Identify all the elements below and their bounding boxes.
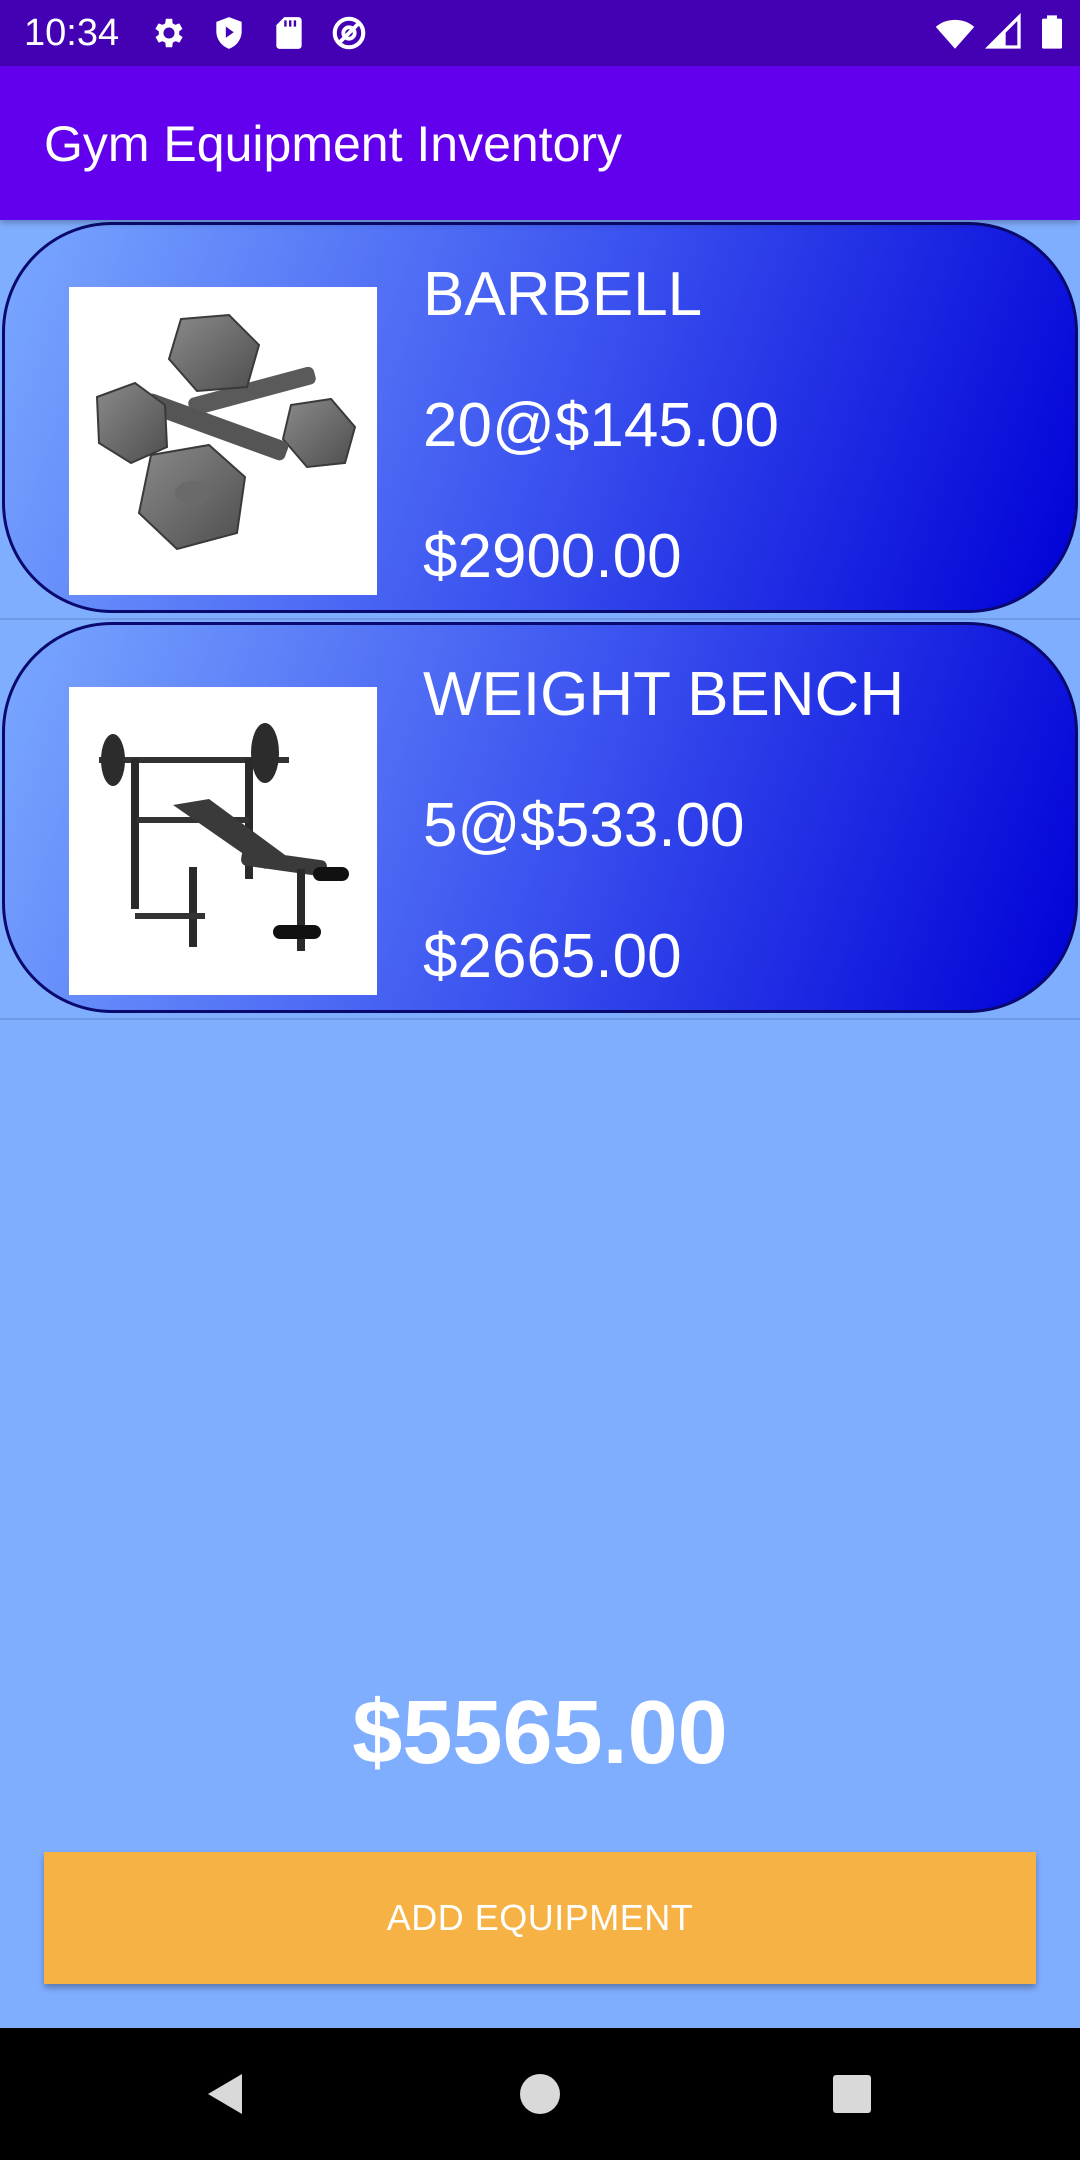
recents-icon[interactable] (822, 2064, 882, 2124)
status-bar: 10:34 (0, 0, 1080, 66)
list-item[interactable]: BARBELL 20@$145.00 $2900.00 (0, 220, 1080, 620)
home-icon[interactable] (510, 2064, 570, 2124)
app-bar: Gym Equipment Inventory (0, 66, 1080, 220)
item-total: $2900.00 (423, 522, 682, 591)
at-sign-icon (330, 14, 368, 52)
page-title: Gym Equipment Inventory (44, 116, 623, 172)
list-item[interactable]: WEIGHT BENCH 5@$533.00 $2665.00 (0, 620, 1080, 1020)
equipment-card[interactable]: BARBELL 20@$145.00 $2900.00 (2, 222, 1078, 613)
navigation-bar (0, 2028, 1080, 2160)
item-total: $2665.00 (423, 922, 682, 991)
equipment-list[interactable]: BARBELL 20@$145.00 $2900.00 WEIGHT BENCH… (0, 220, 1080, 1020)
item-name: BARBELL (423, 260, 703, 329)
grand-total: $5565.00 (352, 1683, 728, 1783)
back-icon[interactable] (196, 2064, 256, 2124)
item-quantity-price: 5@$533.00 (423, 791, 745, 860)
equipment-card[interactable]: WEIGHT BENCH 5@$533.00 $2665.00 (2, 622, 1078, 1013)
battery-icon (1032, 12, 1070, 50)
item-quantity-price: 20@$145.00 (423, 391, 780, 460)
shield-play-icon (210, 14, 248, 52)
add-equipment-button[interactable]: ADD EQUIPMENT (44, 1852, 1036, 1984)
cellular-signal-icon (984, 12, 1022, 50)
sd-card-icon (270, 14, 308, 52)
dumbbells-image (69, 287, 377, 595)
gear-icon (150, 14, 188, 52)
weight-bench-image (69, 687, 377, 995)
wifi-icon (934, 12, 975, 50)
status-time: 10:34 (24, 12, 120, 54)
item-name: WEIGHT BENCH (423, 660, 905, 729)
